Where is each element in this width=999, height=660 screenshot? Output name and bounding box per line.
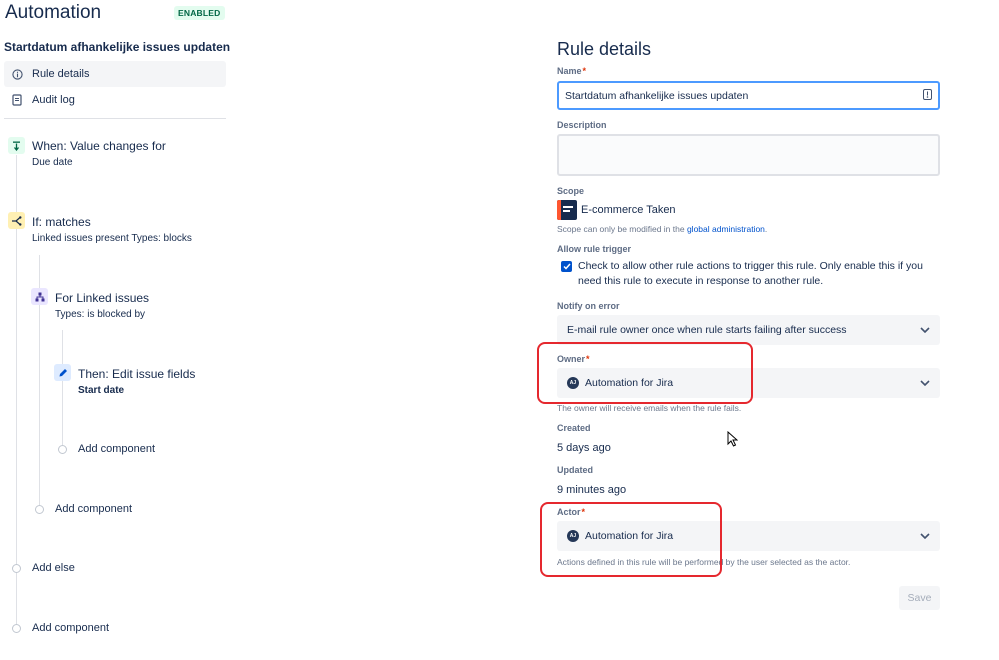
allow-trigger-text: Check to allow other rule actions to tri… — [578, 260, 923, 287]
owner-helper: The owner will receive emails when the r… — [557, 403, 742, 413]
name-input-value: Startdatum afhankelijke issues updaten — [565, 89, 749, 102]
app-title: Automation — [5, 2, 102, 23]
allow-trigger-checkbox[interactable] — [561, 261, 572, 272]
condition-subtitle: Linked issues present Types: blocks — [32, 233, 192, 244]
document-icon — [11, 94, 23, 106]
scope-helper: Scope can only be modified in the global… — [557, 224, 768, 234]
notify-select-value: E-mail rule owner once when rule starts … — [567, 324, 847, 336]
info-icon — [11, 68, 23, 80]
add-component-inner[interactable]: Add component — [78, 443, 155, 455]
action-subtitle: Start date — [78, 385, 125, 396]
add-component-branch[interactable]: Add component — [55, 503, 132, 515]
allow-trigger-row: Check to allow other rule actions to tri… — [561, 259, 948, 289]
created-value: 5 days ago — [557, 442, 611, 454]
add-else[interactable]: Add else — [32, 562, 75, 574]
scope-project-name: E-commerce Taken — [581, 204, 676, 216]
description-input[interactable] — [557, 134, 940, 176]
chevron-down-icon — [920, 377, 930, 389]
allow-trigger-label: Allow rule trigger — [557, 244, 632, 254]
rule-details-title: Rule details — [557, 39, 652, 59]
nav-rule-details-label: Rule details — [32, 68, 90, 80]
rule-name-heading: Startdatum afhankelijke issues updaten — [4, 40, 231, 54]
add-component-dot — [12, 624, 21, 633]
notify-select[interactable]: E-mail rule owner once when rule starts … — [557, 315, 940, 345]
status-badge: ENABLED — [174, 6, 225, 20]
owner-highlight-annotation — [537, 342, 753, 404]
chevron-down-icon — [920, 324, 930, 336]
trigger-icon — [8, 137, 25, 154]
actor-highlight-annotation — [540, 502, 722, 577]
nav-rule-details[interactable]: Rule details — [4, 61, 226, 87]
created-label: Created — [557, 423, 591, 433]
description-label: Description — [557, 120, 607, 130]
scope-value: E-commerce Taken — [557, 200, 676, 220]
action-title[interactable]: Then: Edit issue fields — [78, 367, 195, 381]
updated-value: 9 minutes ago — [557, 484, 627, 496]
scope-label: Scope — [557, 186, 585, 196]
notify-label: Notify on error — [557, 301, 620, 311]
condition-branch-icon — [8, 212, 25, 229]
password-manager-icon[interactable] — [923, 88, 932, 103]
trigger-subtitle: Due date — [32, 157, 73, 168]
pencil-icon — [54, 364, 71, 381]
add-else-dot — [12, 564, 21, 573]
add-component-outer[interactable]: Add component — [32, 622, 109, 634]
hierarchy-icon — [31, 288, 48, 305]
add-component-dot — [58, 445, 67, 454]
sidebar-divider — [4, 118, 226, 119]
project-logo-icon — [557, 200, 577, 220]
name-input[interactable]: Startdatum afhankelijke issues updaten — [557, 81, 940, 110]
chevron-down-icon — [920, 530, 930, 542]
branch-subtitle: Types: is blocked by — [55, 309, 146, 320]
mouse-cursor-icon — [727, 430, 739, 452]
branch-title[interactable]: For Linked issues — [55, 291, 149, 305]
updated-label: Updated — [557, 465, 593, 475]
condition-title[interactable]: If: matches — [32, 215, 91, 229]
nav-audit-log-label: Audit log — [32, 94, 75, 106]
nav-audit-log[interactable]: Audit log — [4, 87, 226, 113]
add-component-dot — [35, 505, 44, 514]
global-administration-link[interactable]: global administration — [687, 224, 765, 234]
trigger-title[interactable]: When: Value changes for — [32, 139, 166, 153]
flow-branch-line — [62, 330, 63, 445]
save-button[interactable]: Save — [899, 586, 940, 610]
rule-sidebar: Automation ENABLED Startdatum afhankelij… — [0, 0, 235, 660]
name-label: Name* — [557, 66, 587, 76]
